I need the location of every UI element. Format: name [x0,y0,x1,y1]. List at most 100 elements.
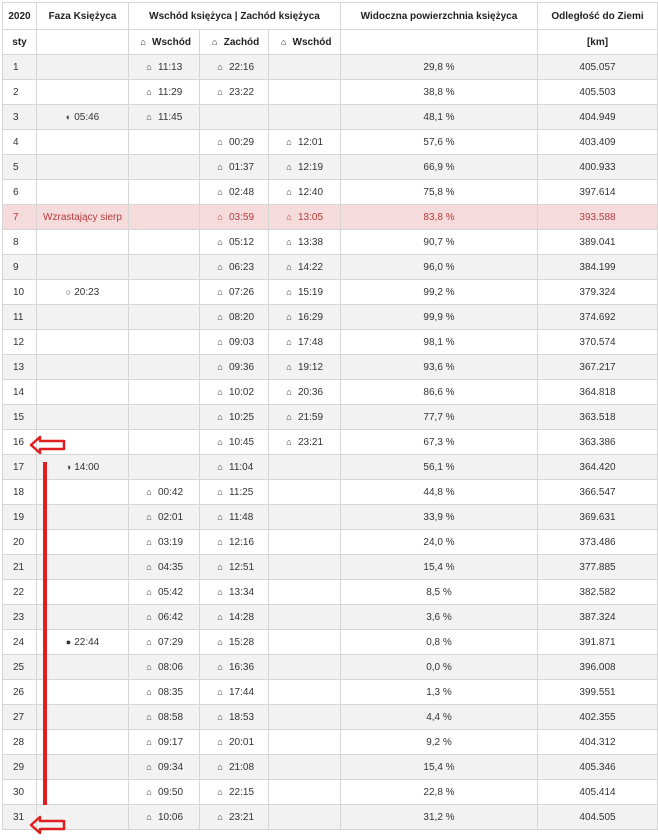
visible-surface-value: 99,2 % [423,286,455,298]
visible-surface-cell: 0,0 % [340,654,538,680]
visible-surface-cell: 99,9 % [340,304,538,330]
day-cell: 2 [2,79,37,105]
moonrise2-cell [268,504,341,530]
day-number: 24 [13,636,25,648]
moonset-time: 03:59 [229,211,255,223]
phase-value: Wzrastający sierp [43,211,122,223]
moonrise-cell: ⌂ 00:42 [128,479,200,505]
distance-cell: 389.041 [537,229,658,255]
moonrise2-cell: ⌂ 21:59 [268,404,341,430]
moonrise-icon: ⌂ [140,36,146,47]
moonrise2-cell [268,754,341,780]
moonset-cell: ⌂ 20:01 [199,729,269,755]
moonrise-icon: ⌂ [146,786,152,797]
visible-surface-value: 66,9 % [423,161,455,173]
moonset-icon: ⌂ [217,786,223,797]
visible-surface-value: 90,7 % [423,236,455,248]
table-row: 25 ⌂ 08:06 ⌂ 16:36 0,0 % 396.008 [2,654,658,680]
distance-value: 377.885 [579,561,616,573]
moonset-time: 05:12 [229,236,255,248]
phase-cell [36,604,129,630]
day-cell: 19 [2,504,37,530]
moonrise-cell [128,454,200,480]
distance-value: 396.008 [579,661,616,673]
moonrise2-cell [268,104,341,130]
moonset-cell: ⌂ 10:25 [199,404,269,430]
day-number: 19 [13,511,25,523]
distance-cell: 391.871 [537,629,658,655]
phase-cell [36,54,129,80]
visible-surface-value: 83,8 % [423,211,455,223]
day-number: 7 [13,211,19,223]
distance-cell: 366.547 [537,479,658,505]
distance-value: 382.582 [579,586,616,598]
day-number: 4 [13,136,19,148]
table-row: 4 ⌂ 00:29 ⌂ 12:01 57,6 % 403.409 [2,129,658,155]
moonrise2-cell [268,804,341,830]
moonrise-cell: ⌂ 08:58 [128,704,200,730]
distance-unit-header: [km] [537,29,658,55]
moonrise-cell: ⌂ 07:29 [128,629,200,655]
day-number: 28 [13,736,25,748]
distance-value: 397.614 [579,186,616,198]
distance-value: 384.199 [579,261,616,273]
visible-surface-cell: 31,2 % [340,804,538,830]
phase-cell [36,404,129,430]
moonrise-icon: ⌂ [146,486,152,497]
moonset-cell: ⌂ 12:51 [199,554,269,580]
moonset-time: 22:16 [229,61,255,73]
day-cell: 15 [2,404,37,430]
distance-value: 364.818 [579,386,616,398]
moonset-icon: ⌂ [217,86,223,97]
moonset-cell: ⌂ 03:59 [199,204,269,230]
phase-cell: ● 22:44 [36,629,129,655]
moonset-cell: ⌂ 22:16 [199,54,269,80]
moonrise-icon: ⌂ [286,436,292,447]
moonrise-cell: ⌂ 09:34 [128,754,200,780]
phase-value: 05:46 [74,111,100,123]
distance-value: 405.414 [579,786,616,798]
visible-surface-cell: 96,0 % [340,254,538,280]
day-cell: 7 [2,204,37,230]
distance-value: 400.933 [579,161,616,173]
distance-cell: 363.518 [537,404,658,430]
moonrise-cell: ⌂ 03:19 [128,529,200,555]
moonrise-cell [128,404,200,430]
day-number: 25 [13,661,25,673]
distance-cell: 404.505 [537,804,658,830]
moonset-cell: ⌂ 09:03 [199,329,269,355]
moonrise-time: 03:19 [158,536,184,548]
day-cell: 30 [2,779,37,805]
visible-surface-value: 22,8 % [423,786,455,798]
day-cell: 29 [2,754,37,780]
moonset-cell: ⌂ 14:28 [199,604,269,630]
moonrise2-cell [268,579,341,605]
moonset-time: 10:25 [229,411,255,423]
day-cell: 20 [2,529,37,555]
moonrise-cell [128,329,200,355]
visible-surface-cell: 99,2 % [340,279,538,305]
table-row: 22 ⌂ 05:42 ⌂ 13:34 8,5 % 382.582 [2,579,658,605]
moonset-icon: ⌂ [217,586,223,597]
moonrise-icon: ⌂ [286,411,292,422]
moonrise-time: 07:29 [158,636,184,648]
visible-surface-value: 15,4 % [423,561,455,573]
moonset-cell: ⌂ 18:53 [199,704,269,730]
table-row: 30 ⌂ 09:50 ⌂ 22:15 22,8 % 405.414 [2,779,658,805]
day-cell: 1 [2,54,37,80]
moonset-time: 20:01 [229,736,255,748]
visible-surface-value: 75,8 % [423,186,455,198]
moonrise2-cell: ⌂ 20:36 [268,379,341,405]
moonrise-time: 10:06 [158,811,184,823]
moonset-icon: ⌂ [217,661,223,672]
visible-surface-cell: 56,1 % [340,454,538,480]
moonset-cell: ⌂ 05:12 [199,229,269,255]
moonset-cell: ⌂ 06:23 [199,254,269,280]
table-row: 26 ⌂ 08:35 ⌂ 17:44 1,3 % 399.551 [2,679,658,705]
phase-cell [36,779,129,805]
moonrise2-cell [268,529,341,555]
day-cell: 5 [2,154,37,180]
moonset-time: 22:15 [229,786,255,798]
moonset-time: 10:45 [229,436,255,448]
moonrise-cell: ⌂ 08:06 [128,654,200,680]
